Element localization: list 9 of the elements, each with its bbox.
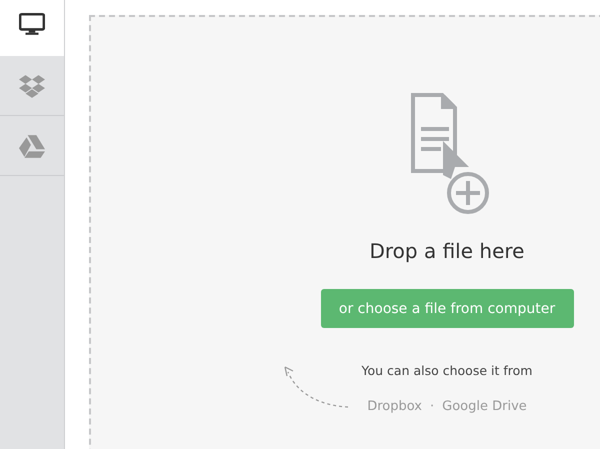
monitor-icon: [19, 12, 45, 36]
source-link[interactable]: Dropbox: [367, 397, 422, 417]
separator-dot: ·: [430, 398, 434, 416]
triangle-icon: [19, 134, 45, 158]
dropbox-icon: [19, 74, 45, 98]
hint-text: You can also choose it from: [362, 362, 532, 380]
source-link[interactable]: Google Drive: [442, 397, 527, 417]
drop-heading: Drop a file here: [370, 238, 524, 265]
choose-file-button[interactable]: or choose a file from computer: [320, 289, 574, 328]
